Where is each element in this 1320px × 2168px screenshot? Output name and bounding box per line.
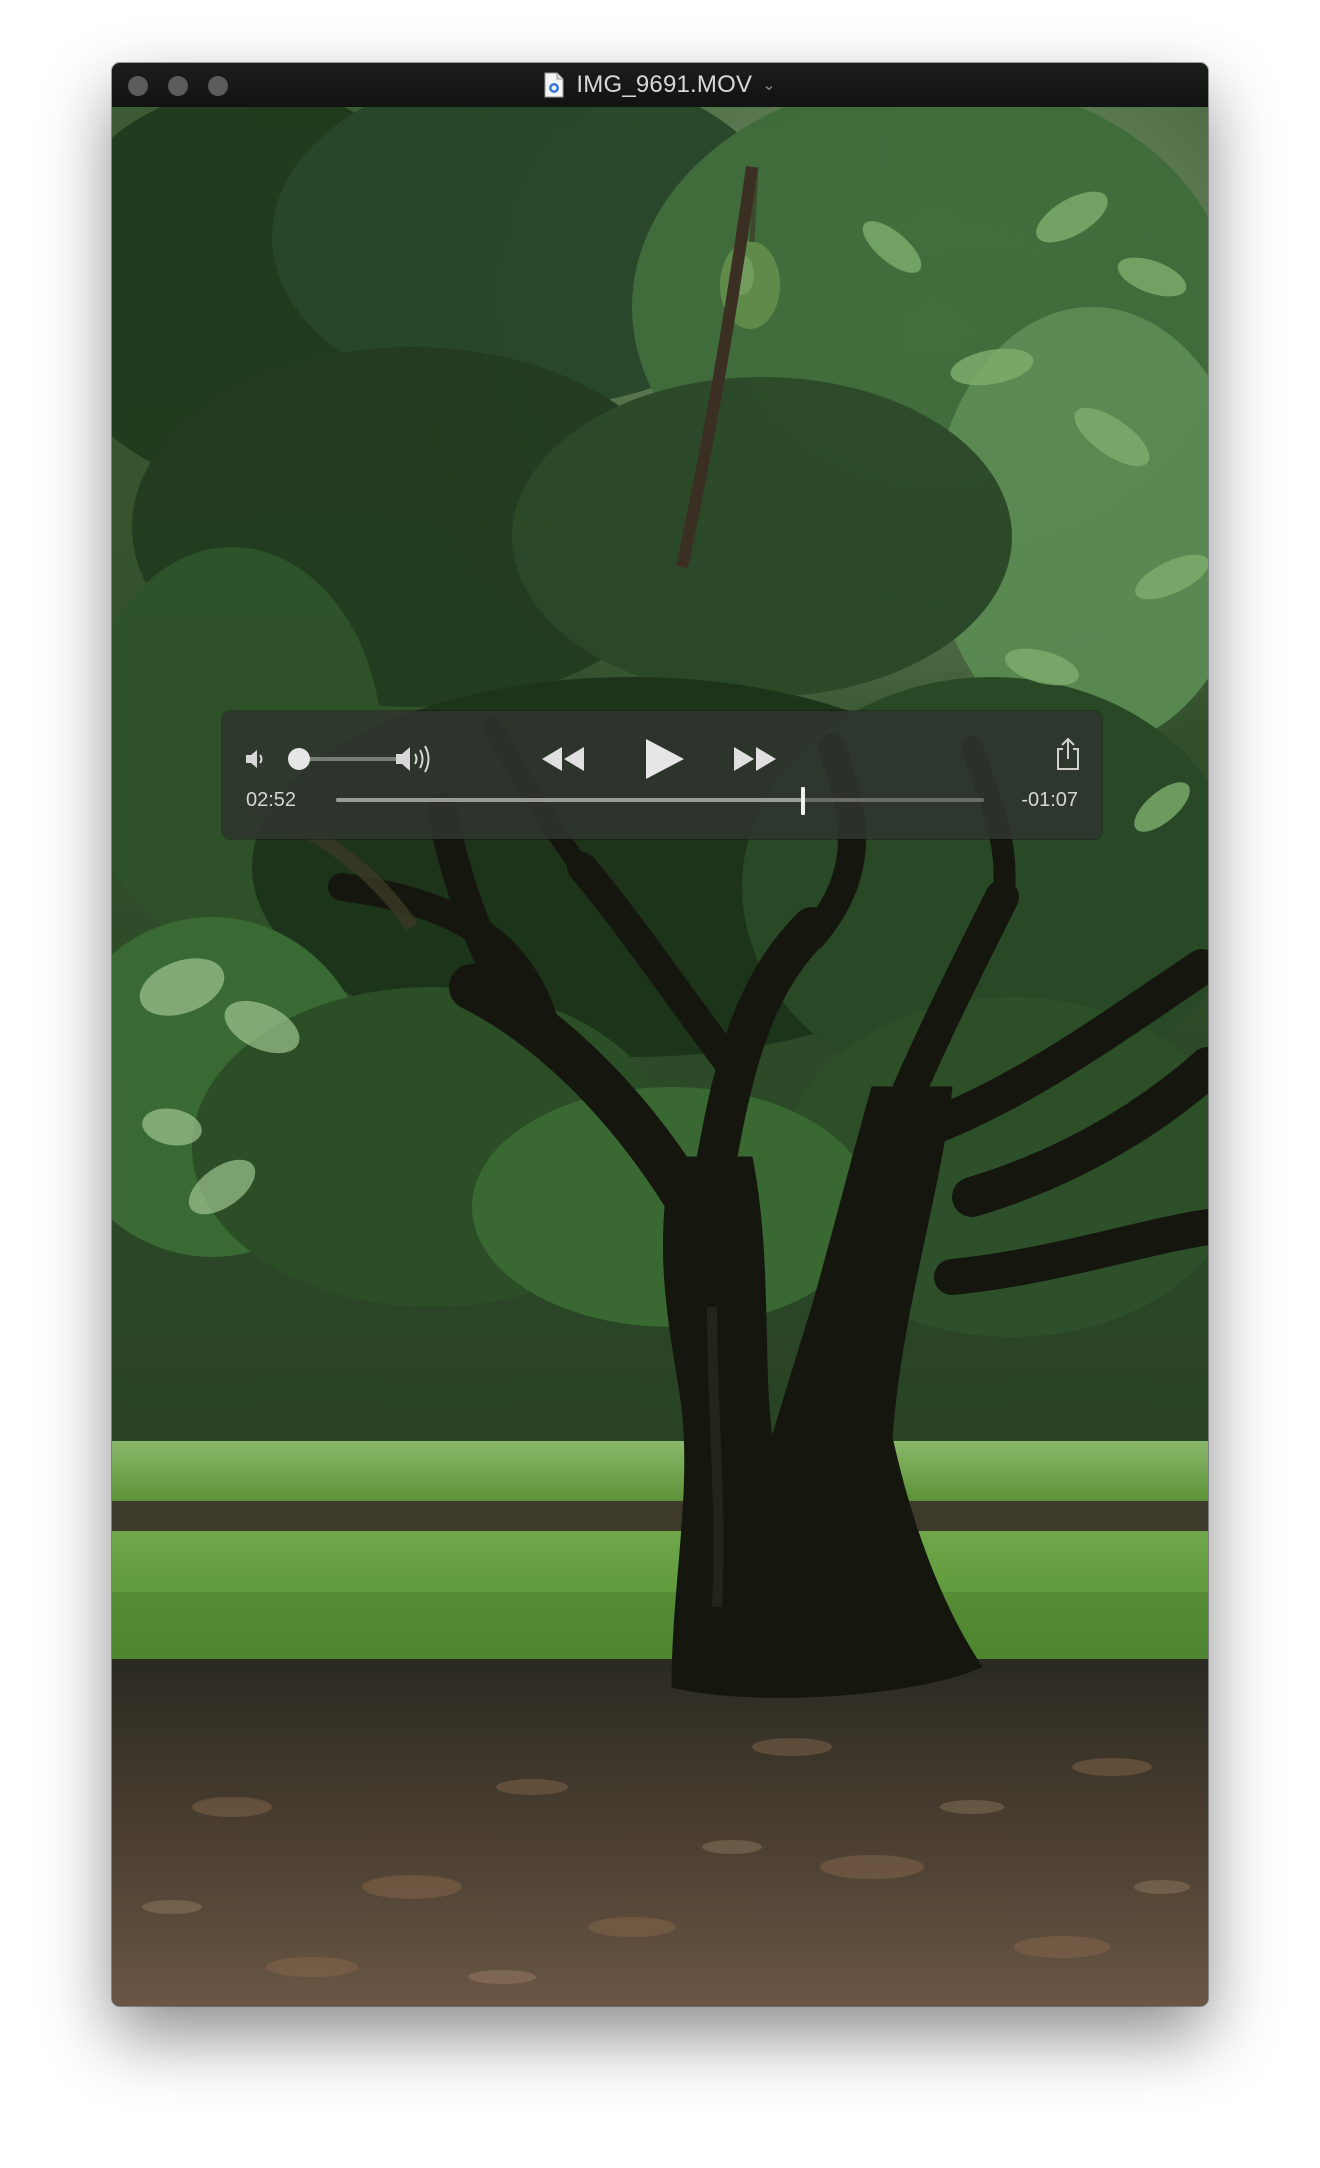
- speaker-low-icon[interactable]: [244, 747, 268, 771]
- window-title: IMG_9691.MOV: [576, 71, 753, 98]
- fast-forward-icon[interactable]: [730, 743, 780, 775]
- play-icon[interactable]: [640, 735, 688, 783]
- title-bar[interactable]: IMG_9691.MOV ⌄: [112, 63, 1208, 107]
- timeline-scrubber[interactable]: [336, 798, 984, 802]
- rewind-icon[interactable]: [538, 743, 588, 775]
- elapsed-time: 02:52: [246, 789, 297, 811]
- volume-slider-track[interactable]: [298, 757, 408, 761]
- playback-controls: 02:52 -01:07: [222, 711, 1102, 839]
- speaker-high-icon[interactable]: [394, 743, 438, 775]
- remaining-time: -01:07: [1021, 789, 1078, 811]
- chevron-down-icon[interactable]: ⌄: [762, 75, 775, 95]
- volume-slider-knob[interactable]: [288, 748, 310, 770]
- video-content-image: [112, 107, 1208, 2006]
- quicktime-file-icon: [544, 72, 564, 98]
- share-icon[interactable]: [1055, 737, 1081, 771]
- timeline-played: [336, 798, 803, 802]
- quicktime-window: IMG_9691.MOV ⌄ 02:52 -01:07: [112, 63, 1208, 2006]
- video-frame[interactable]: 02:52 -01:07: [112, 107, 1208, 2006]
- playhead[interactable]: [800, 787, 805, 815]
- window-title-group[interactable]: IMG_9691.MOV ⌄: [112, 63, 1208, 107]
